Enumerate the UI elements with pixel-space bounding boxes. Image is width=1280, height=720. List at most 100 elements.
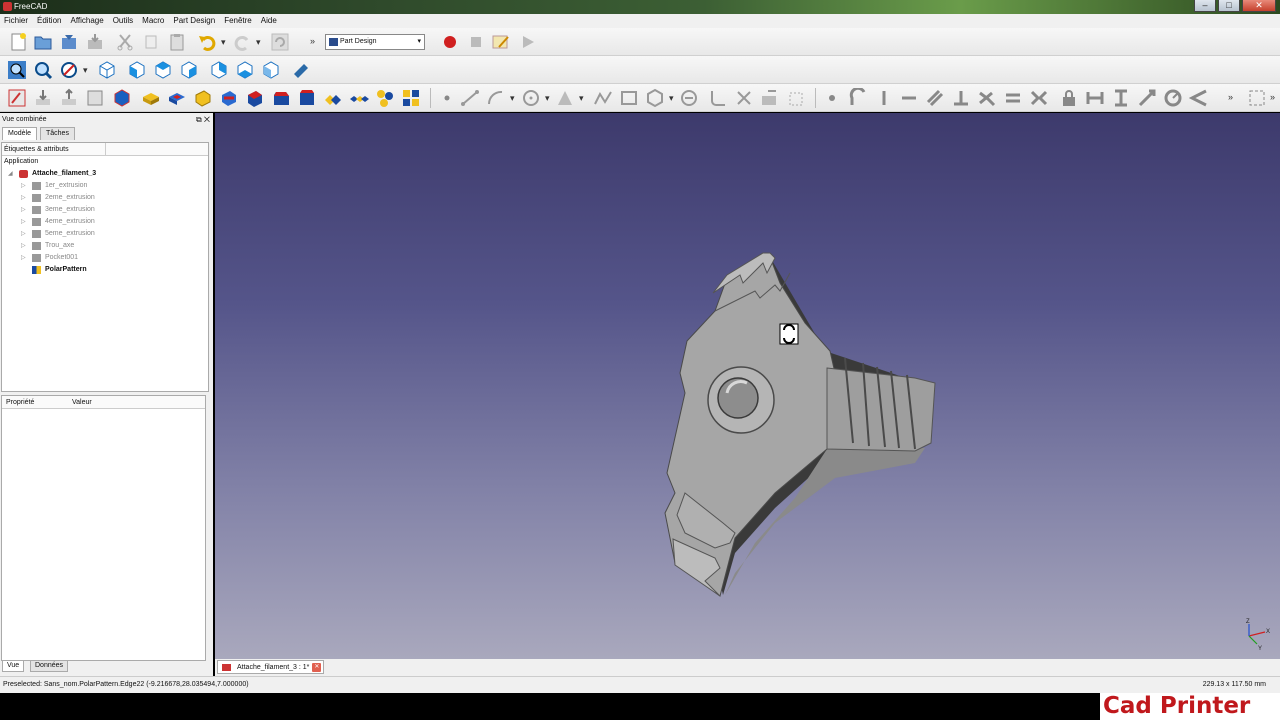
sketch-point-icon[interactable] (441, 92, 453, 104)
constraint-coincident-icon[interactable] (826, 92, 838, 104)
menu-part-design[interactable]: Part Design (173, 14, 215, 28)
sketch-rectangle-icon[interactable] (619, 88, 639, 108)
menu-fichier[interactable]: Fichier (4, 14, 28, 28)
groove-icon[interactable] (219, 88, 239, 108)
constraint-vertical-distance-icon[interactable] (1111, 88, 1131, 108)
pocket-icon[interactable] (167, 88, 187, 108)
constraint-horizontal-icon[interactable] (899, 88, 919, 108)
sketch-slot-icon[interactable] (679, 88, 699, 108)
3d-model[interactable] (215, 113, 1280, 659)
validate-sketch-icon[interactable] (112, 88, 132, 108)
expand-arrow-icon[interactable]: ▷ (21, 204, 26, 216)
sketch-line-icon[interactable] (460, 88, 480, 108)
view-isometric-icon[interactable] (97, 60, 117, 80)
expand-arrow-icon[interactable]: ▷ (21, 192, 26, 204)
export-icon[interactable] (59, 88, 79, 108)
draw-style-dropdown-icon[interactable]: ▾ (83, 65, 88, 76)
revolution-icon[interactable] (193, 88, 213, 108)
toolbar-overflow-icon[interactable]: » (310, 36, 315, 46)
tab-donnees[interactable]: Données (30, 661, 69, 672)
undo-dropdown-icon[interactable]: ▾ (221, 37, 226, 48)
workbench-selector[interactable]: Part Design ▾ (325, 34, 425, 50)
close-tab-icon[interactable]: ✕ (312, 663, 322, 672)
tree-root[interactable]: Application (2, 156, 208, 168)
constraint-horizontal-distance-icon[interactable] (1085, 88, 1105, 108)
maximize-button[interactable]: □ (1218, 0, 1240, 12)
conic-dropdown-icon[interactable]: ▾ (579, 93, 584, 104)
save-as-icon[interactable] (85, 32, 105, 52)
linear-pattern-icon[interactable] (349, 88, 369, 108)
close-window-button[interactable]: ✕ (1242, 0, 1276, 12)
tab-modele[interactable]: Modèle (2, 127, 37, 140)
tab-taches[interactable]: Tâches (40, 127, 75, 140)
tree-item[interactable]: ▷ 4eme_extrusion (2, 216, 208, 228)
copy-icon[interactable] (142, 32, 162, 52)
record-macro-icon[interactable] (440, 32, 460, 52)
view-right-icon[interactable] (179, 60, 199, 80)
expand-arrow-icon[interactable]: ▷ (21, 240, 26, 252)
constraint-distance-icon[interactable] (1137, 88, 1157, 108)
view-left-icon[interactable] (261, 60, 281, 80)
sketch-arc-icon[interactable] (486, 88, 506, 108)
cut-icon[interactable] (115, 32, 135, 52)
view-bottom-icon[interactable] (235, 60, 255, 80)
save-icon[interactable] (59, 32, 79, 52)
expand-arrow-icon[interactable]: ▷ (21, 228, 26, 240)
expand-arrow-icon[interactable]: ▷ (21, 180, 26, 192)
tree-item[interactable]: ▷ 1er_extrusion (2, 180, 208, 192)
measure-distance-icon[interactable] (291, 60, 311, 80)
tree-item[interactable]: ▷ Pocket001 (2, 252, 208, 264)
redo-dropdown-icon[interactable]: ▾ (256, 37, 261, 48)
pad-icon[interactable] (141, 88, 161, 108)
sketch-polygon-icon[interactable] (645, 88, 665, 108)
tree-item[interactable]: ▷ 2eme_extrusion (2, 192, 208, 204)
multi-transform-icon[interactable] (401, 88, 421, 108)
sketch-select-icon[interactable] (1247, 88, 1267, 108)
arc-dropdown-icon[interactable]: ▾ (510, 93, 515, 104)
tree-document[interactable]: ◢ Attache_filament_3 (2, 168, 208, 180)
constraint-lock-icon[interactable] (1059, 88, 1079, 108)
menu-outils[interactable]: Outils (113, 14, 133, 28)
menu-affichage[interactable]: Affichage (70, 14, 103, 28)
menu-macro[interactable]: Macro (142, 14, 164, 28)
new-document-icon[interactable] (8, 32, 28, 52)
sketch-conic-icon[interactable] (555, 88, 575, 108)
import-icon[interactable] (33, 88, 53, 108)
menu-edition[interactable]: Édition (37, 14, 61, 28)
polygon-dropdown-icon[interactable]: ▾ (669, 93, 674, 104)
chamfer-icon[interactable] (271, 88, 291, 108)
3d-viewport[interactable]: X Y Z (215, 113, 1280, 659)
sketch-trim-icon[interactable] (734, 88, 754, 108)
sketch-external-icon[interactable] (760, 88, 780, 108)
constraint-tangent-icon[interactable] (977, 88, 997, 108)
edit-macro-icon[interactable] (491, 32, 511, 52)
undo-icon[interactable] (197, 32, 217, 52)
constraint-perpendicular-icon[interactable] (951, 88, 971, 108)
expand-arrow-icon[interactable]: ◢ (8, 168, 13, 180)
tree-item[interactable]: ▷ 5eme_extrusion (2, 228, 208, 240)
document-tab[interactable]: Attache_filament_3 : 1* ✕ (217, 660, 325, 674)
expand-arrow-icon[interactable]: ▷ (21, 216, 26, 228)
tree-item[interactable]: ▷ 3eme_extrusion (2, 204, 208, 216)
circle-dropdown-icon[interactable]: ▾ (545, 93, 550, 104)
create-sketch-icon[interactable] (7, 88, 27, 108)
fit-selection-icon[interactable] (33, 60, 53, 80)
sketch-construction-icon[interactable] (787, 88, 807, 108)
polar-pattern-icon[interactable] (375, 88, 395, 108)
toolbar-overflow-icon[interactable]: » (1270, 92, 1275, 102)
minimize-button[interactable]: – (1194, 0, 1216, 12)
tree-item[interactable]: PolarPattern (2, 264, 208, 276)
close-panel-icon[interactable]: ✕ (204, 115, 210, 124)
redo-icon[interactable] (233, 32, 253, 52)
view-top-icon[interactable] (153, 60, 173, 80)
open-folder-icon[interactable] (33, 32, 53, 52)
tab-vue[interactable]: Vue (2, 661, 25, 672)
view-rear-icon[interactable] (209, 60, 229, 80)
fit-all-icon[interactable] (7, 60, 27, 80)
constraint-vertical-icon[interactable] (874, 88, 894, 108)
menu-aide[interactable]: Aide (261, 14, 277, 28)
stop-macro-icon[interactable] (466, 32, 486, 52)
constraint-angle-icon[interactable] (1188, 88, 1209, 108)
draw-style-icon[interactable] (59, 60, 79, 80)
tree-item[interactable]: ▷ Trou_axe (2, 240, 208, 252)
